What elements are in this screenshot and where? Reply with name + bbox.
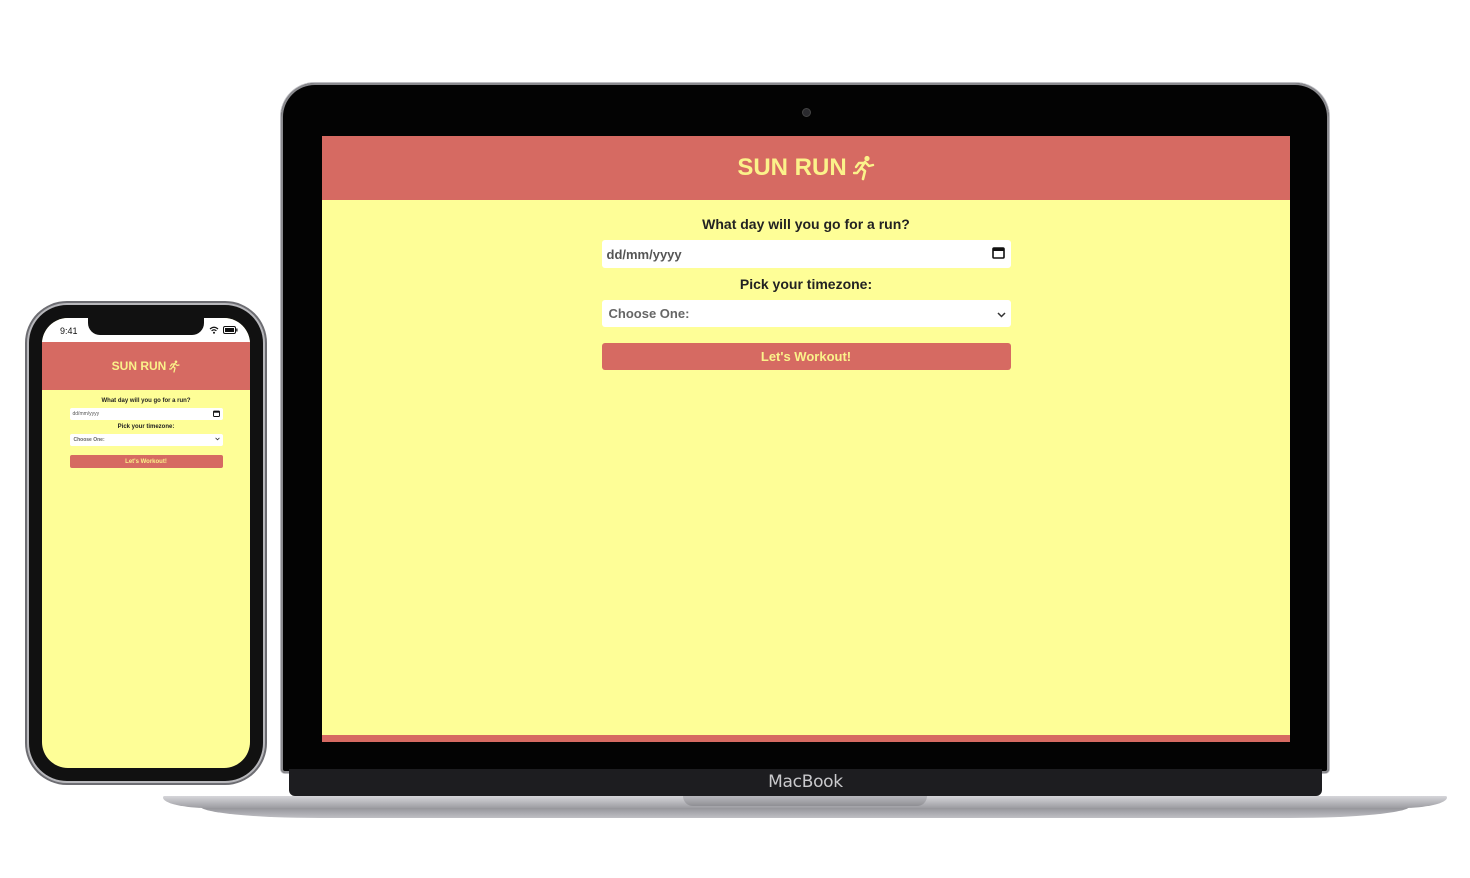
app-header: SUN RUN xyxy=(322,136,1290,200)
app-footer xyxy=(322,735,1290,742)
app-title: SUN RUN xyxy=(737,154,874,182)
phone-notch xyxy=(88,318,204,335)
status-time: 9:41 xyxy=(60,326,78,336)
status-bar: 9:41 xyxy=(42,318,250,342)
phone-date-input-placeholder: dd/mm/yyyy xyxy=(72,411,100,417)
run-form: What day will you go for a run? dd/mm/yy… xyxy=(601,216,1011,370)
calendar-icon[interactable] xyxy=(212,410,220,419)
phone-timezone-select[interactable]: Choose One: xyxy=(69,434,223,446)
phone-date-question-label: What day will you go for a run? xyxy=(101,398,191,404)
calendar-icon[interactable] xyxy=(991,246,1005,262)
laptop-hinge-notch xyxy=(683,796,927,806)
workout-button[interactable]: Let's Workout! xyxy=(601,343,1011,370)
date-input[interactable]: dd/mm/yyyy xyxy=(601,240,1011,268)
runner-icon xyxy=(852,155,875,181)
phone-workout-button[interactable]: Let's Workout! xyxy=(69,455,223,468)
date-question-label: What day will you go for a run? xyxy=(702,216,910,232)
wifi-icon xyxy=(209,326,219,336)
phone-app-title: SUN RUN xyxy=(112,359,181,373)
status-icons xyxy=(209,326,238,336)
phone-app-header: SUN RUN xyxy=(42,342,250,390)
phone-date-input[interactable]: dd/mm/yyyy xyxy=(69,408,223,420)
phone-run-form: What day will you go for a run? dd/mm/yy… xyxy=(69,398,223,468)
laptop-chin: MacBook xyxy=(289,769,1322,796)
phone-frame: 9:41 SUN RUN What day will you go for a … xyxy=(29,305,263,781)
timezone-label: Pick your timezone: xyxy=(739,276,873,292)
date-input-placeholder: dd/mm/yyyy xyxy=(606,246,682,262)
battery-icon xyxy=(223,326,238,336)
phone-screen: 9:41 SUN RUN What day will you go for a … xyxy=(42,318,250,768)
camera-icon xyxy=(802,108,811,117)
phone-timezone-label: Pick your timezone: xyxy=(117,424,175,430)
phone-timezone-selected-value: Choose One: xyxy=(73,437,105,443)
phone-app-title-text: SUN RUN xyxy=(111,359,167,373)
timezone-selected-value: Choose One: xyxy=(608,306,690,321)
app-title-text: SUN RUN xyxy=(737,154,847,181)
chevron-down-icon xyxy=(214,437,220,443)
runner-icon xyxy=(169,359,180,373)
laptop-brand-label: MacBook xyxy=(768,772,843,792)
timezone-select[interactable]: Choose One: xyxy=(601,300,1011,327)
chevron-down-icon xyxy=(996,306,1006,321)
laptop-screen: SUN RUN What day will you go for a run? … xyxy=(322,136,1290,742)
